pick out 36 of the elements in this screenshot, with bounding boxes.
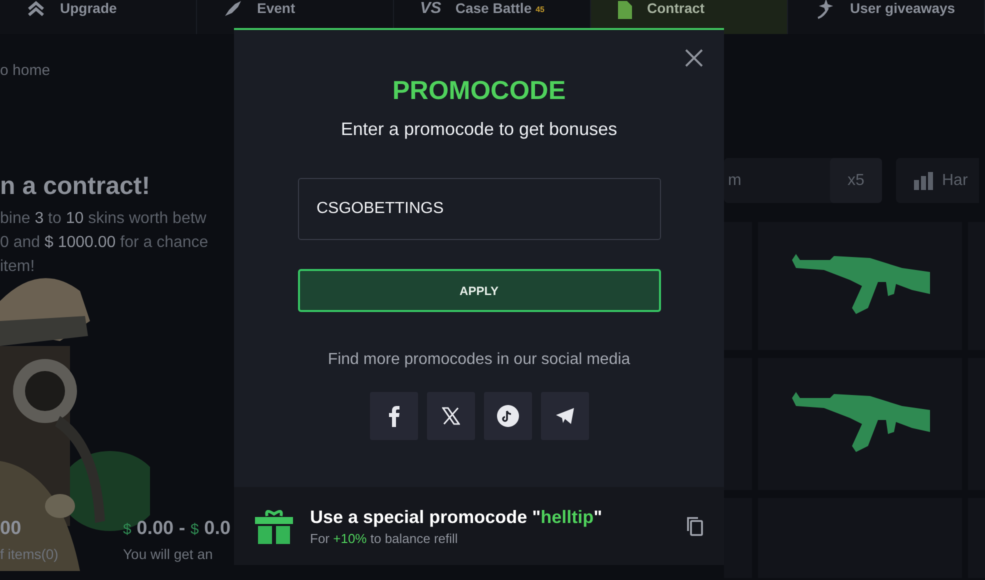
copy-button[interactable] — [686, 516, 704, 536]
stat-label: You will get an — [123, 546, 214, 562]
promo-title: Use a special promocode "helltip" — [310, 506, 604, 528]
social-button[interactable] — [540, 392, 588, 440]
promocode-field[interactable]: CSGOBETTINGS — [298, 178, 660, 240]
item-card[interactable] — [758, 222, 962, 350]
versus-icon: VS — [420, 0, 442, 18]
promo-subtitle: For +10% to balance refill — [310, 530, 459, 546]
description-line: bine 3 to 10 skins worth betw — [0, 209, 208, 229]
close-button[interactable] — [684, 48, 704, 68]
social-button[interactable] — [426, 392, 474, 440]
apply-button[interactable]: APPLY — [298, 269, 660, 312]
paper-plane-icon — [554, 407, 574, 425]
x-logo-icon — [442, 407, 460, 425]
page-heading: n a contract! — [0, 171, 152, 201]
bars-icon — [914, 172, 934, 190]
count-label: 45 — [536, 5, 545, 14]
nav-tab[interactable]: Upgrade — [0, 0, 197, 34]
breadcrumb-link[interactable]: o home — [0, 62, 234, 80]
gift-icon — [255, 508, 293, 544]
description-line: item! — [0, 257, 36, 277]
price-range: 00 — [0, 518, 22, 540]
price-range: $ 0.00 - $ 0.0 — [123, 518, 231, 540]
tiktok-icon — [496, 405, 518, 427]
social-button[interactable] — [484, 392, 532, 440]
nav-tab[interactable]: User giveaways — [788, 0, 985, 34]
social-hint: Find more promocodes in our social media — [328, 350, 630, 370]
stat-label: f items(0) — [0, 546, 60, 562]
description-line: 0 and $ 1000.00 for a chance — [0, 233, 210, 253]
item-card[interactable] — [758, 358, 962, 490]
dialog-title: PROMOCODE — [392, 74, 566, 106]
dialog-subtitle: Enter a promocode to get bonuses — [340, 118, 618, 141]
document-icon — [617, 0, 633, 20]
facebook-icon — [388, 405, 400, 427]
chevrons-up-icon — [26, 0, 46, 16]
social-button[interactable] — [370, 392, 418, 440]
